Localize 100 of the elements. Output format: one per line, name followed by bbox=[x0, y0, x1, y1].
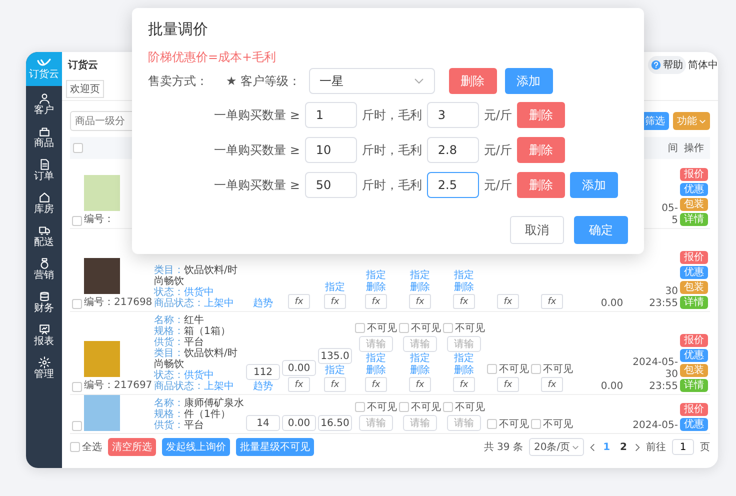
visibility-checkbox[interactable]: 不可见 bbox=[531, 362, 573, 376]
price-field[interactable]: 请输 bbox=[359, 336, 393, 352]
price-field[interactable]: 0.00 bbox=[282, 360, 316, 376]
visibility-checkbox[interactable]: 不可见 bbox=[399, 400, 441, 414]
chevron-down-icon bbox=[414, 78, 424, 84]
total-count: 共 39 条 bbox=[484, 440, 523, 454]
checkbox[interactable] bbox=[73, 143, 83, 153]
product-info: 规格：件（1件） bbox=[154, 409, 230, 420]
formula-button[interactable]: fx bbox=[497, 294, 519, 309]
formula-button[interactable]: fx bbox=[541, 377, 563, 392]
visibility-checkbox[interactable]: 不可见 bbox=[443, 400, 485, 414]
sidebar-item[interactable]: 商品 bbox=[34, 123, 54, 152]
formula-button[interactable]: fx bbox=[324, 377, 346, 392]
sidebar-item[interactable]: 财务 bbox=[34, 288, 54, 317]
formula-button[interactable]: fx bbox=[409, 377, 431, 392]
next-page-icon[interactable] bbox=[635, 442, 640, 452]
formula-button[interactable]: fx bbox=[497, 377, 519, 392]
cancel-button[interactable]: 取消 bbox=[510, 216, 564, 244]
page-suffix: 页 bbox=[700, 441, 710, 454]
visibility-checkbox[interactable]: 不可见 bbox=[443, 321, 485, 335]
field-label: 售卖方式： bbox=[148, 72, 209, 90]
price-field[interactable]: 135.0 bbox=[318, 348, 352, 364]
price-field[interactable]: 请输 bbox=[447, 336, 481, 352]
formula-button[interactable]: fx bbox=[453, 294, 475, 309]
logo-text: 订货云 bbox=[29, 69, 59, 80]
formula-button[interactable]: fx bbox=[288, 377, 310, 392]
price-field[interactable]: 请输 bbox=[359, 415, 393, 431]
column-header: 操作 bbox=[683, 142, 705, 155]
gear-icon bbox=[38, 356, 50, 369]
tier-label: 斤时，毛利 bbox=[362, 142, 422, 158]
date-text: 23:55 bbox=[649, 381, 678, 392]
unit-label: 元/斤 bbox=[484, 106, 512, 124]
quantity-field[interactable]: 10 bbox=[304, 137, 357, 163]
product-info: 类目：饮品饮料/时尚畅饮 bbox=[154, 348, 238, 370]
product-code: 编号：217698 bbox=[84, 296, 152, 309]
visibility-checkbox[interactable]: 不可见 bbox=[355, 321, 397, 335]
checkbox[interactable] bbox=[72, 216, 82, 226]
sidebar-item[interactable]: 营销 bbox=[34, 255, 54, 284]
select-all-checkbox[interactable]: 全选 bbox=[70, 440, 102, 454]
sidebar-item[interactable]: 订单 bbox=[34, 156, 54, 185]
app-title: 订货云 bbox=[68, 58, 98, 72]
previous-page-icon[interactable] bbox=[590, 442, 596, 452]
checkbox[interactable] bbox=[72, 299, 82, 309]
help-button[interactable]: 帮助 bbox=[648, 56, 686, 74]
bag-icon bbox=[38, 125, 50, 138]
sidebar-item[interactable]: 客户 bbox=[34, 90, 54, 119]
tab[interactable]: 欢迎页 bbox=[66, 80, 104, 98]
price-field[interactable]: 请输 bbox=[403, 336, 437, 352]
margin-field[interactable]: 2.5 bbox=[426, 172, 479, 198]
checkbox[interactable] bbox=[72, 382, 82, 392]
language-selector[interactable]: 简体中 bbox=[688, 58, 718, 72]
formula-button[interactable]: fx bbox=[365, 294, 387, 309]
price-field[interactable]: 16.50 bbox=[318, 415, 352, 431]
visibility-checkbox[interactable]: 不可见 bbox=[531, 417, 573, 431]
page-size-select[interactable]: 20条/页 bbox=[528, 438, 584, 456]
sidebar-item[interactable]: 库房 bbox=[34, 189, 54, 218]
margin-field[interactable]: 2.8 bbox=[426, 137, 479, 163]
margin-field[interactable]: 3 bbox=[426, 102, 479, 128]
price-field[interactable]: 0.00 bbox=[282, 415, 316, 431]
formula-note: 阶梯优惠价=成本+毛利 bbox=[148, 49, 278, 66]
formula-button[interactable]: fx bbox=[365, 377, 387, 392]
quantity-field[interactable]: 50 bbox=[304, 172, 357, 198]
photo-placeholder bbox=[84, 341, 120, 377]
tier-label: 一单购买数量 ≥ bbox=[214, 142, 300, 158]
visibility-checkbox[interactable]: 不可见 bbox=[487, 417, 529, 431]
product-info: 供货：平台 bbox=[154, 420, 204, 431]
sidebar-item[interactable]: 报表 bbox=[34, 321, 54, 350]
sidebar-item[interactable]: 管理 bbox=[34, 354, 54, 383]
visibility-checkbox[interactable]: 不可见 bbox=[355, 400, 397, 414]
date-text: 30 bbox=[665, 369, 678, 380]
chart-board-icon bbox=[38, 323, 50, 336]
product-info: 名称：康师傅矿泉水 bbox=[154, 398, 244, 409]
sidebar-item[interactable]: 配送 bbox=[34, 222, 54, 251]
quantity-field[interactable]: 112 bbox=[246, 364, 280, 380]
product-info: 状态：供货中 bbox=[154, 287, 214, 298]
price-field[interactable]: 请输 bbox=[447, 415, 481, 431]
formula-button[interactable]: fx bbox=[288, 294, 310, 309]
amount-text: 0.00 bbox=[600, 298, 624, 309]
price-field[interactable]: 请输 bbox=[403, 415, 437, 431]
caret-icon bbox=[572, 444, 580, 450]
page-button[interactable]: 2 bbox=[618, 442, 629, 452]
page-number-field[interactable]: 1 bbox=[672, 439, 694, 455]
photo-placeholder bbox=[84, 395, 120, 431]
quantity-field[interactable]: 1 bbox=[304, 102, 357, 128]
formula-button[interactable]: fx bbox=[541, 294, 563, 309]
formula-button[interactable]: fx bbox=[409, 294, 431, 309]
database-icon bbox=[38, 290, 50, 303]
product-info: 类目：饮品饮料/时尚畅饮 bbox=[154, 265, 238, 287]
amount-text: 0.00 bbox=[600, 381, 624, 392]
photo-placeholder bbox=[84, 258, 120, 294]
formula-button[interactable]: fx bbox=[453, 377, 475, 392]
product-info: 供货：平台 bbox=[154, 337, 204, 348]
level-select[interactable]: 一星 bbox=[308, 68, 435, 94]
date-text: 5 bbox=[672, 215, 678, 226]
truck-icon bbox=[38, 224, 50, 237]
quantity-field[interactable]: 14 bbox=[246, 415, 280, 431]
formula-button[interactable]: fx bbox=[324, 294, 346, 309]
checkbox[interactable] bbox=[72, 421, 82, 431]
visibility-checkbox[interactable]: 不可见 bbox=[487, 362, 529, 376]
visibility-checkbox[interactable]: 不可见 bbox=[399, 321, 441, 335]
